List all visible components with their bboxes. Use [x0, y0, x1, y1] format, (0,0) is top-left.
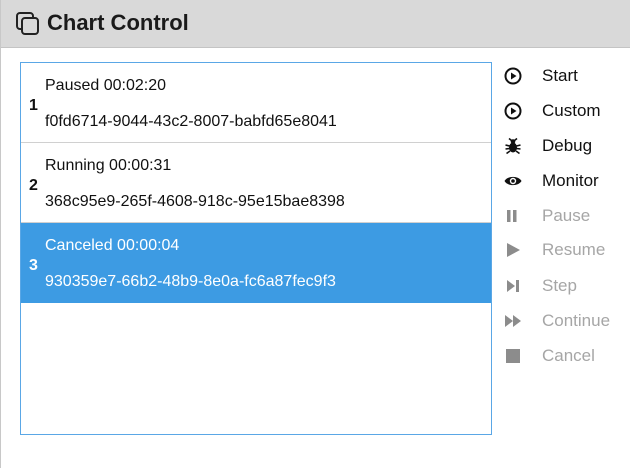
play-icon — [507, 243, 520, 257]
custom-label: Custom — [542, 101, 601, 120]
run-index: 2 — [29, 177, 38, 194]
pause-icon — [507, 210, 517, 222]
continue-button[interactable]: Continue — [504, 307, 630, 335]
step-label: Step — [542, 276, 577, 295]
start-icon — [504, 67, 522, 85]
cancel-button[interactable]: Cancel — [504, 342, 630, 370]
run-list-item[interactable]: 2 Running 00:00:31 368c95e9-265f-4608-91… — [21, 143, 491, 223]
window-title: Chart Control — [47, 10, 189, 35]
run-index: 3 — [29, 257, 38, 274]
action-panel: Start Custom Debug Monitor Pause Resume … — [504, 62, 630, 372]
title-bar: Chart Control — [1, 0, 630, 48]
run-index: 1 — [29, 97, 38, 114]
stop-icon — [506, 349, 520, 363]
run-list-item[interactable]: 1 Paused 00:02:20 f0fd6714-9044-43c2-800… — [21, 63, 491, 143]
fast-forward-icon — [505, 315, 521, 327]
pause-label: Pause — [542, 206, 591, 225]
chart-control-window: Chart Control 1 Paused 00:02:20 f0fd6714… — [0, 0, 630, 468]
run-status: Paused 00:02:20 — [45, 77, 166, 94]
window-copy-icon — [16, 12, 39, 35]
step-icon — [507, 280, 519, 292]
run-status: Canceled 00:00:04 — [45, 237, 180, 254]
step-button[interactable]: Step — [504, 272, 630, 300]
run-id: 930359e7-66b2-48b9-8e0a-fc6a87fec9f3 — [45, 273, 336, 290]
resume-button[interactable]: Resume — [504, 236, 630, 264]
resume-label: Resume — [542, 240, 606, 259]
continue-label: Continue — [542, 311, 611, 330]
custom-button[interactable]: Custom — [504, 97, 630, 125]
run-list[interactable]: 1 Paused 00:02:20 f0fd6714-9044-43c2-800… — [20, 62, 492, 435]
run-status: Running 00:00:31 — [45, 157, 172, 174]
start-button[interactable]: Start — [504, 62, 630, 90]
eye-icon — [504, 176, 522, 186]
monitor-label: Monitor — [542, 171, 599, 190]
monitor-button[interactable]: Monitor — [504, 167, 630, 195]
debug-label: Debug — [542, 136, 593, 155]
run-list-item-selected[interactable]: 3 Canceled 00:00:04 930359e7-66b2-48b9-8… — [21, 223, 491, 303]
run-id: 368c95e9-265f-4608-918c-95e15bae8398 — [45, 193, 345, 210]
debug-button[interactable]: Debug — [504, 132, 630, 160]
bug-icon — [505, 137, 521, 155]
custom-icon — [504, 102, 522, 120]
cancel-label: Cancel — [542, 346, 595, 365]
start-label: Start — [542, 66, 578, 85]
run-id: f0fd6714-9044-43c2-8007-babfd65e8041 — [45, 113, 337, 130]
pause-button[interactable]: Pause — [504, 202, 630, 230]
